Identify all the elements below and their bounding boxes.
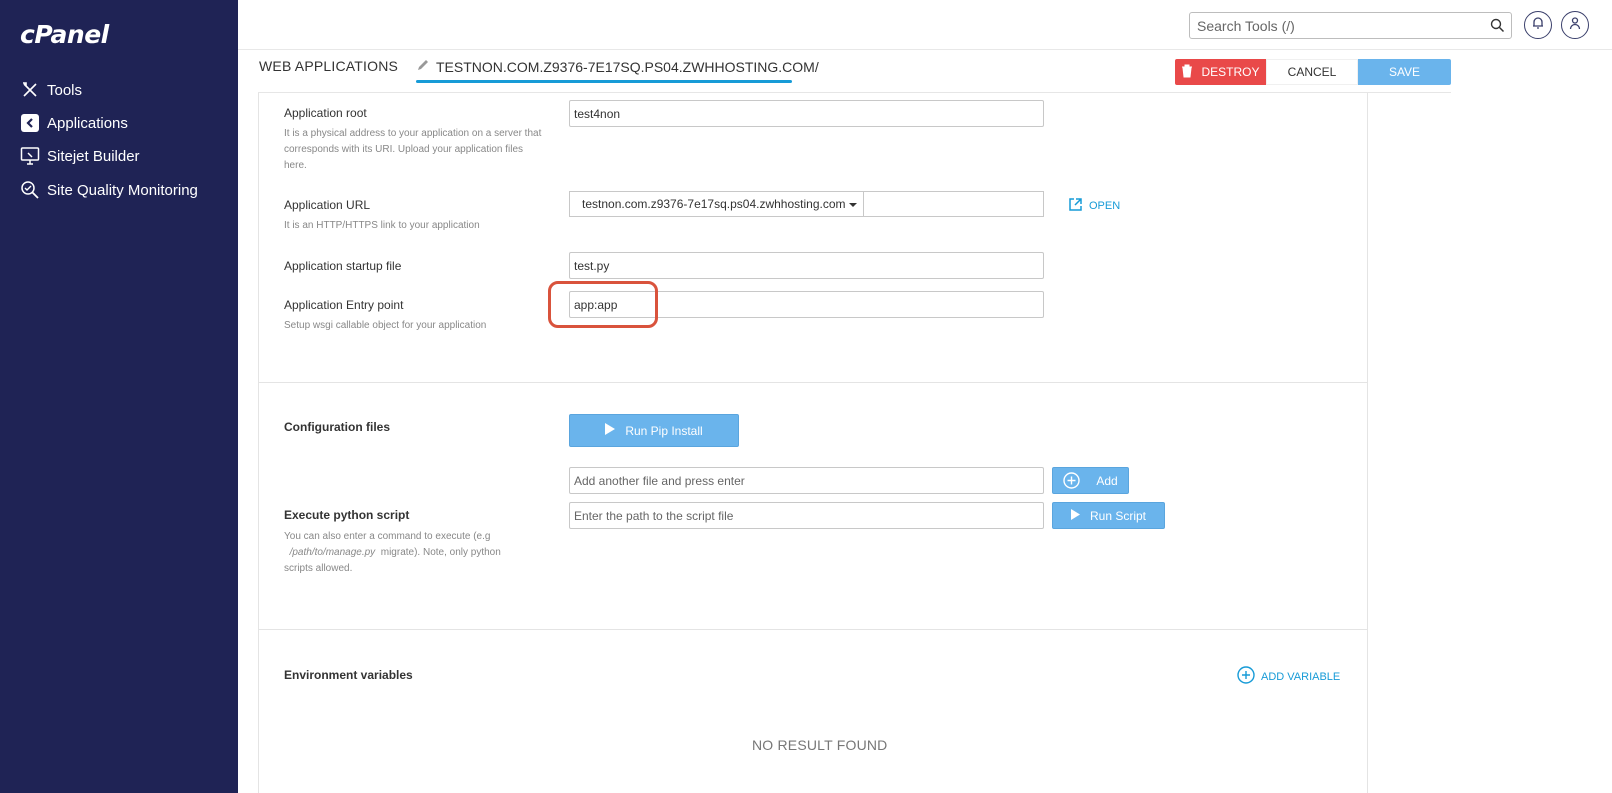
- play-icon: [605, 423, 625, 438]
- caret-down-icon: [848, 197, 857, 211]
- app-url-hint: It is an HTTP/HTTPS link to your applica…: [284, 220, 480, 231]
- empty-state-text: NO RESULT FOUND: [752, 737, 888, 753]
- app-root-hint: It is a physical address to your applica…: [284, 128, 542, 171]
- sidebar-item-site-quality[interactable]: Site Quality Monitoring: [20, 180, 198, 200]
- app-url-label: Application URL: [284, 198, 371, 212]
- env-variables-label: Environment variables: [284, 668, 413, 682]
- save-button[interactable]: SAVE: [1358, 59, 1451, 85]
- run-pip-install-button[interactable]: Run Pip Install: [569, 414, 739, 447]
- add-file-input[interactable]: Add another file and press enter: [569, 467, 1044, 494]
- hint-prefix: You can also enter a command to execute …: [284, 531, 491, 542]
- user-icon: [1568, 16, 1582, 35]
- execute-script-label: Execute python script: [284, 508, 410, 522]
- page-title: WEB APPLICATIONS: [259, 58, 399, 74]
- plus-circle-icon: [1237, 666, 1261, 687]
- entry-point-label: Application Entry point: [284, 298, 404, 312]
- startup-file-label: Application startup file: [284, 259, 402, 273]
- run-script-label: Run Script: [1089, 508, 1147, 523]
- search-icon[interactable]: [1490, 18, 1505, 38]
- add-label: Add: [1096, 473, 1118, 488]
- sidebar-item-label: Applications: [47, 114, 128, 132]
- sidebar-item-label: Sitejet Builder: [47, 147, 140, 165]
- app-tab-label: TESTNON.COM.Z9376-7E17SQ.PS04.ZWHHOSTING…: [436, 58, 819, 75]
- notifications-button[interactable]: [1524, 11, 1552, 39]
- highlight-annotation: [548, 281, 658, 328]
- cpanel-logo[interactable]: cPanel: [20, 20, 109, 49]
- domain-select[interactable]: testnon.com.z9376-7e17sq.ps04.zwhhosting…: [569, 191, 864, 217]
- site-quality-icon: [20, 180, 40, 200]
- open-label: OPEN: [1089, 200, 1121, 212]
- script-path-input[interactable]: Enter the path to the script file: [569, 502, 1044, 529]
- add-file-button[interactable]: Add: [1052, 467, 1129, 494]
- tools-icon: [20, 80, 40, 100]
- execute-script-hint: You can also enter a command to execute …: [284, 529, 524, 577]
- tab-application[interactable]: TESTNON.COM.Z9376-7E17SQ.PS04.ZWHHOSTING…: [416, 58, 819, 75]
- startup-file-input[interactable]: test.py: [569, 252, 1044, 279]
- domain-value: testnon.com.z9376-7e17sq.ps04.zwhhosting…: [582, 197, 846, 211]
- external-link-icon: [1068, 197, 1089, 215]
- add-variable-label: ADD VARIABLE: [1261, 670, 1341, 683]
- hint-path: /path/to/manage.py: [289, 547, 376, 558]
- tab-active-indicator: [416, 80, 792, 83]
- sidebar-item-label: Site Quality Monitoring: [47, 181, 198, 199]
- sidebar: cPanel Tools Applications Sitejet Builde…: [0, 0, 238, 793]
- add-variable-button[interactable]: ADD VARIABLE: [1237, 666, 1340, 687]
- cancel-button[interactable]: CANCEL: [1266, 59, 1358, 85]
- sidebar-item-applications[interactable]: Applications: [20, 113, 128, 133]
- open-link[interactable]: OPEN: [1068, 197, 1120, 215]
- pencil-icon: [416, 58, 430, 75]
- trash-icon: [1181, 64, 1201, 81]
- url-path-input[interactable]: [863, 191, 1044, 217]
- sidebar-item-sitejet[interactable]: Sitejet Builder: [20, 146, 140, 166]
- top-bar: [238, 0, 1612, 50]
- applications-icon: [20, 113, 40, 133]
- run-pip-label: Run Pip Install: [625, 423, 703, 438]
- search-box[interactable]: [1189, 12, 1512, 39]
- sidebar-item-label: Tools: [47, 81, 83, 99]
- run-script-button[interactable]: Run Script: [1052, 502, 1165, 529]
- config-files-label: Configuration files: [284, 420, 390, 434]
- plus-circle-icon: [1063, 472, 1090, 489]
- bell-icon: [1531, 16, 1545, 35]
- app-root-label: Application root: [284, 106, 367, 120]
- app-root-input[interactable]: test4non: [569, 100, 1044, 127]
- sitejet-icon: [20, 146, 40, 166]
- play-icon: [1070, 508, 1090, 523]
- search-input[interactable]: [1190, 13, 1480, 38]
- sidebar-item-tools[interactable]: Tools: [20, 80, 82, 100]
- destroy-label: DESTROY: [1201, 65, 1260, 79]
- entry-point-hint: Setup wsgi callable object for your appl…: [284, 320, 487, 331]
- section-divider: [258, 629, 1368, 630]
- section-divider: [258, 382, 1368, 383]
- user-account-button[interactable]: [1561, 11, 1589, 39]
- destroy-button[interactable]: DESTROY: [1175, 59, 1266, 85]
